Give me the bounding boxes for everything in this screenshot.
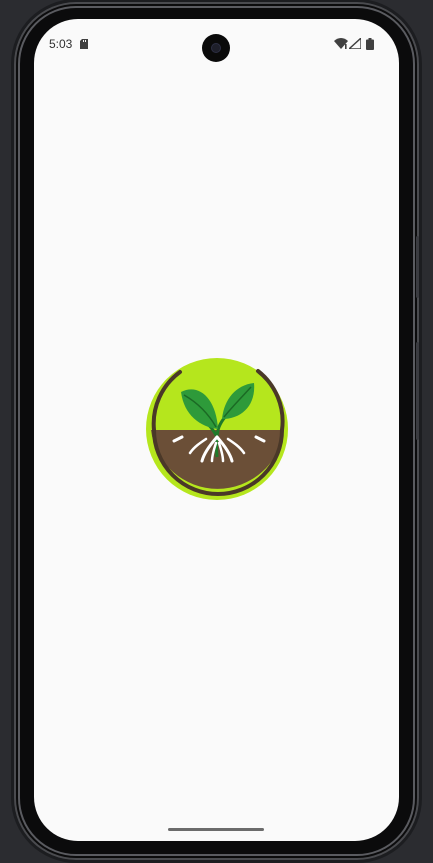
volume-button xyxy=(416,236,419,298)
app-logo xyxy=(146,358,288,500)
home-indicator[interactable] xyxy=(168,828,264,831)
front-camera xyxy=(202,34,230,62)
battery-icon xyxy=(366,38,374,50)
cellular-signal-icon xyxy=(349,38,361,49)
status-time: 5:03 xyxy=(49,37,73,51)
phone-screen: 5:03 xyxy=(34,19,399,841)
power-button xyxy=(416,342,419,440)
status-bar: 5:03 xyxy=(34,19,399,69)
sd-card-icon xyxy=(80,39,88,49)
wifi-icon xyxy=(334,38,348,49)
